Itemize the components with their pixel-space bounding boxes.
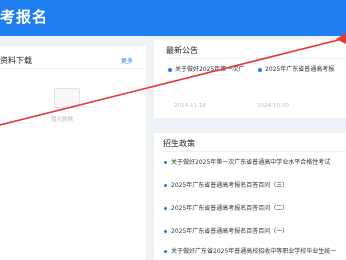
- policy-item-title: 2025年广东省普通高考报名百答百问（一）: [171, 228, 289, 235]
- policy-item-title: 2025年广东省普通高考报名百答百问（三）: [171, 182, 289, 189]
- policy-item-title: 关于做好2025年第一次广东省普通高中学业水平合格性考试: [171, 159, 331, 166]
- admission-policy-title: 招生政策: [163, 139, 195, 148]
- notice-item[interactable]: 关于做好2025年第一次广: [168, 64, 244, 73]
- divider: [163, 151, 346, 152]
- bullet-dot-icon: [168, 67, 172, 72]
- bullet-dot-icon: [164, 184, 167, 187]
- download-panel: 资料下载 更多 暂无数据: [0, 46, 146, 260]
- policy-item-title: 关于做好广东省2025年普通高校招收中等职业学校毕业生统一: [171, 248, 337, 255]
- policy-item-title: 2025年广东省普通高考报名百答百问（二）: [171, 205, 289, 212]
- divider: [166, 58, 346, 59]
- more-link[interactable]: 更多: [121, 56, 133, 65]
- bullet-dot-icon: [164, 230, 167, 233]
- download-panel-title: 资料下载: [0, 56, 32, 65]
- policy-list-item[interactable]: 2025年广东省普通高考报名百答百问（一）: [164, 226, 346, 235]
- policy-list-item[interactable]: 关于做好广东省2025年普通高校招收中等职业学校毕业生统一: [164, 246, 346, 255]
- notice-date: 2024-10-30: [257, 103, 289, 109]
- latest-notice-title: 最新公告: [166, 46, 198, 55]
- empty-state-text: 暂无数据: [51, 117, 74, 123]
- site-title: 考报名: [0, 8, 49, 26]
- notice-item[interactable]: 2025年广东省普通高考报: [258, 64, 334, 73]
- top-header: 考报名: [0, 0, 346, 36]
- admission-policy-panel: 招生政策 关于做好2025年第一次广东省普通高中学业水平合格性考试 2025年广…: [154, 133, 346, 260]
- bullet-dot-icon: [164, 250, 167, 253]
- policy-list-item[interactable]: 2025年广东省普通高考报名百答百问（三）: [164, 180, 346, 189]
- divider: [0, 68, 146, 69]
- policy-list-item[interactable]: 关于做好2025年第一次广东省普通高中学业水平合格性考试: [164, 157, 346, 166]
- bullet-dot-icon: [164, 207, 167, 210]
- notice-item-title: 2025年广东省普通高考报: [265, 66, 335, 73]
- latest-notice-panel: 最新公告 关于做好2025年第一次广 2025年广东省普通高考报 2024-11…: [154, 40, 346, 118]
- bullet-dot-icon: [164, 161, 167, 164]
- empty-state-icon: [54, 88, 80, 108]
- notice-item-title: 关于做好2025年第一次广: [175, 66, 245, 73]
- notice-date: 2024-11-18: [174, 103, 206, 109]
- policy-list-item[interactable]: 2025年广东省普通高考报名百答百问（二）: [164, 203, 346, 212]
- bullet-dot-icon: [258, 67, 262, 72]
